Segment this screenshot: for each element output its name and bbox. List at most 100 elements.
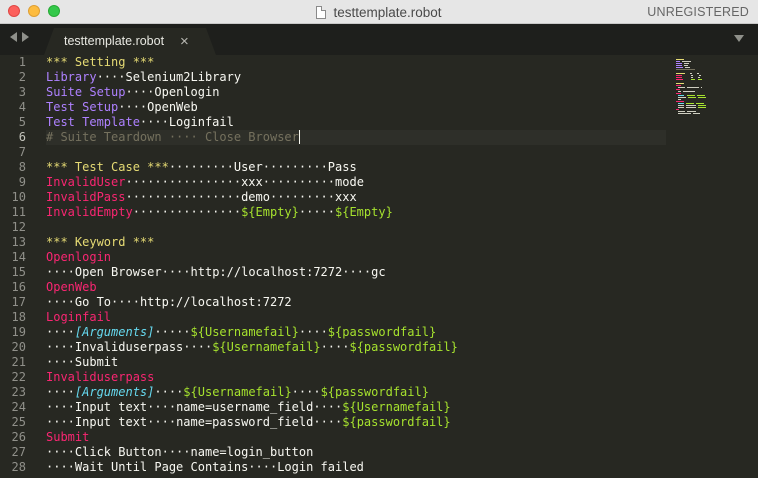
- whitespace-marker: ····: [111, 295, 140, 309]
- code-line[interactable]: Loginfail: [46, 310, 666, 325]
- code-line[interactable]: [46, 220, 666, 235]
- minimap-mark: [676, 93, 681, 94]
- minimap-mark: [698, 77, 700, 78]
- code-line[interactable]: [46, 145, 666, 160]
- line-number: 2: [18, 70, 26, 84]
- minimap-mark: [676, 83, 684, 84]
- code-token: Wait Until Page Contains: [74, 460, 249, 474]
- line-number: 12: [11, 220, 26, 234]
- code-line[interactable]: Submit: [46, 430, 666, 445]
- whitespace-marker: ···············: [132, 205, 242, 219]
- whitespace-marker: ················: [125, 175, 242, 189]
- code-line[interactable]: InvalidPass················demo·········…: [46, 190, 666, 205]
- minimap-mark: [678, 91, 681, 92]
- whitespace-marker: ····: [313, 415, 343, 429]
- code-token: gc: [371, 265, 386, 279]
- line-number: 15: [11, 265, 26, 279]
- code-token: ${Usernamefail}: [212, 340, 321, 354]
- code-line[interactable]: InvalidUser················xxx··········…: [46, 175, 666, 190]
- code-line[interactable]: ····Input text····name=username_field···…: [46, 400, 666, 415]
- minimap-mark: [686, 107, 696, 108]
- code-token: ${Usernamefail}: [190, 325, 299, 339]
- minimap-mark: [684, 65, 688, 66]
- code-token: # Suite Teardown ···· Close Browser: [46, 130, 299, 144]
- tab-overflow-menu-icon[interactable]: [734, 35, 744, 42]
- minimap-mark: [676, 85, 681, 86]
- minimap-mark: [696, 103, 704, 104]
- code-line[interactable]: Test Template····Loginfail: [46, 115, 666, 130]
- whitespace-marker: ····: [46, 295, 75, 309]
- minimap-mark: [676, 65, 682, 66]
- minimap-mark: [678, 87, 685, 88]
- whitespace-marker: ····: [154, 385, 184, 399]
- minimap-mark: [684, 63, 689, 64]
- code-line[interactable]: ····Submit: [46, 355, 666, 370]
- minimap-mark: [676, 101, 684, 102]
- minimap-mark: [701, 87, 702, 88]
- previous-tab-icon[interactable]: [10, 32, 17, 42]
- code-line[interactable]: Invaliduserpass: [46, 370, 666, 385]
- tab-testtemplate[interactable]: testtemplate.robot ×: [44, 28, 216, 55]
- code-token: http://localhost:7272: [139, 295, 292, 309]
- minimap-mark: [698, 107, 706, 108]
- code-token: Input text: [74, 400, 148, 414]
- code-editor[interactable]: *** Setting *** Library····Selenium2Libra…: [46, 55, 666, 475]
- code-line[interactable]: ····Open Browser····http://localhost:727…: [46, 265, 666, 280]
- code-line[interactable]: Library····Selenium2Library: [46, 70, 666, 85]
- minimap-mark: [676, 67, 683, 68]
- minimap[interactable]: [668, 55, 758, 125]
- whitespace-marker: ····: [96, 70, 126, 84]
- code-line[interactable]: *** Keyword ***: [46, 235, 666, 250]
- code-token: Invaliduserpass: [74, 340, 184, 354]
- code-token: ${passwordfail}: [342, 415, 451, 429]
- code-token: ${Empty}: [241, 205, 299, 219]
- code-line[interactable]: ····Click Button····name=login_button: [46, 445, 666, 460]
- code-line[interactable]: Openlogin: [46, 250, 666, 265]
- whitespace-marker: ····: [46, 265, 75, 279]
- minimap-mark: [678, 103, 684, 104]
- line-number: 11: [11, 205, 26, 219]
- code-line[interactable]: ····Wait Until Page Contains····Login fa…: [46, 460, 666, 475]
- code-line[interactable]: # Suite Teardown ···· Close Browser: [46, 130, 666, 145]
- code-line[interactable]: ····[Arguments]····${Usernamefail}····${…: [46, 385, 666, 400]
- code-token: name=password_field: [176, 415, 314, 429]
- code-token: Loginfail: [46, 310, 112, 324]
- minimap-mark: [688, 97, 696, 98]
- whitespace-marker: ··········: [262, 175, 336, 189]
- code-line[interactable]: InvalidEmpty···············${Empty}·····…: [46, 205, 666, 220]
- close-tab-icon[interactable]: ×: [180, 28, 189, 55]
- text-caret: [298, 130, 300, 144]
- whitespace-marker: ····: [46, 445, 75, 459]
- code-token: Invaliduserpass: [46, 370, 155, 384]
- code-line[interactable]: ····Input text····name=password_field···…: [46, 415, 666, 430]
- line-number: 24: [11, 400, 26, 414]
- line-number: 28: [11, 460, 26, 474]
- minimap-mark: [699, 75, 701, 76]
- tab-label: testtemplate.robot: [64, 34, 165, 48]
- whitespace-marker: ·········: [262, 160, 328, 174]
- minimap-mark: [676, 75, 682, 76]
- code-line[interactable]: ····[Arguments]·····${Usernamefail}····$…: [46, 325, 666, 340]
- minimap-mark: [697, 73, 699, 74]
- next-tab-icon[interactable]: [22, 32, 29, 42]
- line-number: 23: [11, 385, 26, 399]
- code-line[interactable]: *** Setting ***: [46, 55, 666, 70]
- code-line[interactable]: *** Test Case ***·········User·········P…: [46, 160, 666, 175]
- code-line[interactable]: ····Invaliduserpass····${Usernamefail}··…: [46, 340, 666, 355]
- code-line[interactable]: Test Setup····OpenWeb: [46, 100, 666, 115]
- whitespace-marker: ····: [46, 460, 75, 474]
- code-token: ${passwordfail}: [349, 340, 458, 354]
- minimap-mark: [676, 69, 695, 70]
- whitespace-marker: ················: [125, 190, 242, 204]
- code-token: ${Usernamefail}: [342, 400, 451, 414]
- code-line[interactable]: Suite Setup····Openlogin: [46, 85, 666, 100]
- code-token: ${Usernamefail}: [183, 385, 292, 399]
- whitespace-marker: ····: [147, 415, 177, 429]
- code-line[interactable]: OpenWeb: [46, 280, 666, 295]
- code-line[interactable]: ····Go To····http://localhost:7272: [46, 295, 666, 310]
- line-number: 27: [11, 445, 26, 459]
- title-bar: testtemplate.robot UNREGISTERED: [0, 0, 758, 24]
- window-title: testtemplate.robot: [333, 4, 442, 20]
- whitespace-marker: ····: [161, 265, 191, 279]
- minimap-mark: [687, 111, 696, 112]
